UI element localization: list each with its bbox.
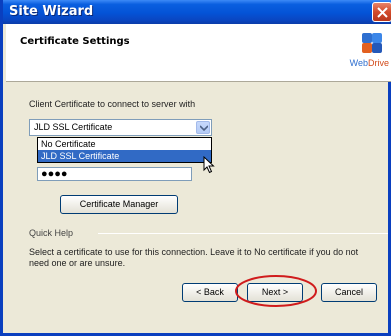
certificate-manager-button[interactable]: Certificate Manager bbox=[60, 195, 178, 214]
certificate-dropdown-list[interactable]: No Certificate JLD SSL Certificate bbox=[37, 137, 212, 163]
webdrive-logo: WebDrive bbox=[347, 30, 389, 74]
site-wizard-window: Site Wizard Certificate Settings WebDriv… bbox=[0, 0, 391, 336]
certificate-password-field[interactable]: ●●●● bbox=[37, 167, 192, 181]
back-button[interactable]: < Back bbox=[182, 283, 238, 302]
next-button-highlight-circle bbox=[235, 275, 317, 307]
cancel-button[interactable]: Cancel bbox=[321, 283, 377, 302]
webdrive-logo-icon bbox=[362, 33, 382, 53]
certificate-label: Client Certificate to connect to server … bbox=[29, 99, 196, 109]
title-bar[interactable]: Site Wizard bbox=[3, 0, 391, 24]
logo-drive: Drive bbox=[367, 58, 389, 68]
close-icon bbox=[377, 7, 388, 18]
dropdown-arrow-button[interactable] bbox=[196, 121, 210, 134]
quick-help-heading: Quick Help bbox=[29, 228, 74, 238]
header-panel: Certificate Settings WebDrive bbox=[6, 24, 391, 82]
page-title: Certificate Settings bbox=[20, 36, 130, 47]
close-button[interactable] bbox=[372, 2, 391, 22]
logo-web: Web bbox=[349, 58, 368, 68]
password-masked-value: ●●●● bbox=[41, 168, 68, 180]
option-jld-ssl-certificate[interactable]: JLD SSL Certificate bbox=[38, 150, 211, 162]
option-no-certificate[interactable]: No Certificate bbox=[38, 138, 211, 150]
window-title: Site Wizard bbox=[9, 4, 94, 19]
certificate-select-value: JLD SSL Certificate bbox=[34, 122, 113, 132]
certificate-select[interactable]: JLD SSL Certificate bbox=[29, 119, 212, 136]
wizard-content: Client Certificate to connect to server … bbox=[6, 83, 391, 308]
webdrive-logo-text: WebDrive bbox=[350, 58, 389, 68]
mouse-cursor-icon bbox=[203, 156, 215, 174]
quick-help-text: Select a certificate to use for this con… bbox=[29, 247, 359, 268]
chevron-down-icon bbox=[200, 125, 208, 131]
quick-help-divider bbox=[98, 233, 388, 234]
